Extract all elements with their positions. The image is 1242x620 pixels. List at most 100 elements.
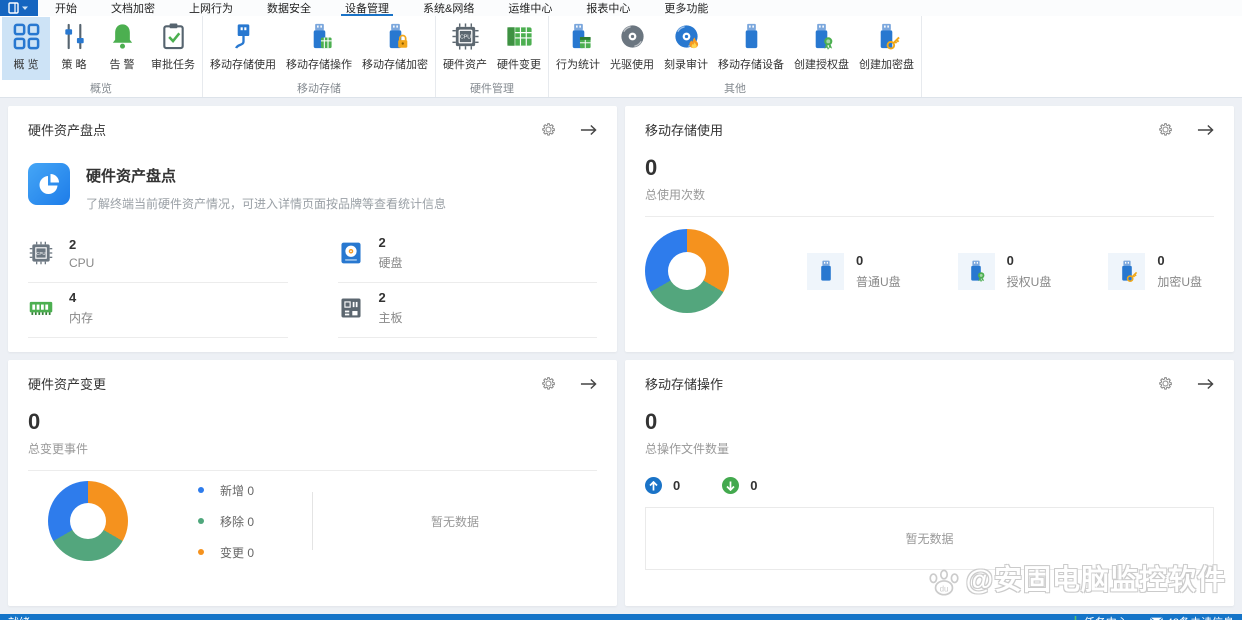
- legend-item-changed: 变更 0: [198, 544, 254, 561]
- legend-label: 变更 0: [220, 545, 255, 560]
- ribbon-group-hardware: CPU 硬件资产 硬件变更 硬件管理: [436, 16, 549, 97]
- card-hardware-inventory: 硬件资产盘点 硬件资产盘点 了解终端当前硬件资产情况，可进入详情页面按品牌等查看…: [8, 106, 617, 352]
- open-detail-arrow-icon[interactable]: [580, 378, 597, 390]
- ribbon-button-label: 移动存储操作: [286, 59, 352, 71]
- stat-label: 加密U盘: [1157, 274, 1202, 289]
- ribbon-group-label: 硬件管理: [470, 83, 514, 95]
- ribbon-button-create-encrypted-disk[interactable]: 创建加密盘: [854, 17, 919, 80]
- menu-item-report-center[interactable]: 报表中心: [569, 0, 647, 16]
- hero-title: 硬件资产盘点: [86, 168, 177, 185]
- menu-item-device-management[interactable]: 设备管理: [328, 0, 406, 16]
- ribbon-button-alert[interactable]: 告 警: [98, 17, 146, 80]
- settings-gear-icon[interactable]: [1158, 376, 1173, 391]
- menu-item-start[interactable]: 开始: [38, 0, 94, 16]
- no-data-panel: 暂无数据: [645, 507, 1214, 570]
- ribbon-button-label: 光驱使用: [610, 59, 654, 71]
- app-window-icon: [8, 2, 28, 14]
- legend-dot: [198, 549, 204, 555]
- app-menu-button[interactable]: [0, 0, 38, 16]
- menu-item-doc-encryption[interactable]: 文档加密: [94, 0, 172, 16]
- ribbon-button-storage-usage[interactable]: 移动存储使用: [205, 17, 281, 80]
- ribbon-button-storage-operation[interactable]: 移动存储操作: [281, 17, 357, 80]
- settings-gear-icon[interactable]: [541, 122, 556, 137]
- alert-bell-icon: [112, 24, 132, 49]
- change-legend: 新增 0 移除 0 变更 0: [198, 482, 254, 561]
- ribbon-button-label: 告 警: [109, 59, 135, 71]
- policy-sliders-icon: [64, 23, 84, 50]
- menu-item-more-features[interactable]: 更多功能: [647, 0, 725, 16]
- ribbon-button-disc-usage[interactable]: 光驱使用: [605, 17, 659, 80]
- svg-text:CPU: CPU: [36, 251, 45, 256]
- download-count: 0: [722, 477, 757, 494]
- legend-label: 移除 0: [220, 514, 255, 529]
- open-detail-arrow-icon[interactable]: [1197, 378, 1214, 390]
- unread-messages-button[interactable]: 43条未读信息: [1149, 614, 1234, 620]
- stat-label: 授权U盘: [1006, 274, 1052, 289]
- ribbon-button-create-authorized-disk[interactable]: 创建授权盘: [789, 17, 854, 80]
- ribbon-button-label: 审批任务: [151, 59, 195, 71]
- ribbon-button-approval-tasks[interactable]: 审批任务: [146, 17, 200, 80]
- task-center-label: 任务中心: [1084, 614, 1128, 620]
- stat-value: 4: [69, 290, 77, 305]
- task-center-button[interactable]: 任务中心: [1071, 614, 1128, 620]
- ribbon-group-overview: 概 览 策 略 告 警 审批任务 概览: [0, 16, 203, 97]
- ribbon-button-hardware-change[interactable]: 硬件变更: [492, 17, 546, 80]
- ribbon-button-behavior-stats[interactable]: 行为统计: [551, 17, 605, 80]
- change-donut-chart: [48, 481, 128, 561]
- card-title: 硬件资产盘点: [28, 123, 107, 138]
- create-encrypted-disk-icon: [872, 22, 900, 50]
- settings-gear-icon[interactable]: [1158, 122, 1173, 137]
- ribbon-group-label: 移动存储: [297, 83, 341, 95]
- menu-item-ops-center[interactable]: 运维中心: [491, 0, 569, 16]
- menu-item-system-network[interactable]: 系统&网络: [406, 0, 491, 16]
- upload-value: 0: [673, 478, 681, 493]
- stat-value: 0: [856, 252, 864, 268]
- no-data-text: 暂无数据: [431, 514, 480, 529]
- open-detail-arrow-icon[interactable]: [580, 124, 597, 136]
- stat-label: 主板: [378, 311, 403, 325]
- legend-item-added: 新增 0: [198, 482, 254, 499]
- stat-label: 普通U盘: [856, 274, 901, 289]
- hardware-change-icon: [506, 27, 532, 46]
- ribbon-button-overview[interactable]: 概 览: [2, 17, 50, 80]
- ribbon-button-label: 创建加密盘: [859, 59, 914, 71]
- card-storage-usage: 移动存储使用 0 总使用次数 0 普通U盘 0 授权U盘 0 加密U盘: [625, 106, 1234, 352]
- top-menu: 开始 文档加密 上网行为 数据安全 设备管理 系统&网络 运维中心 报表中心 更…: [38, 0, 725, 16]
- usage-donut-chart: [645, 229, 729, 313]
- ribbon-toolbar: 概 览 策 略 告 警 审批任务 概览 移动存储使用 移动存储操作 移动存储加密…: [0, 16, 1242, 98]
- total-change-count: 0: [28, 409, 41, 434]
- stat-normal-usb: 0 普通U盘: [807, 252, 901, 290]
- ribbon-group-label: 其他: [724, 83, 746, 95]
- total-operation-count: 0: [645, 409, 658, 434]
- stat-label: CPU: [69, 255, 95, 270]
- status-ready-text: 就绪: [8, 614, 30, 620]
- card-title: 移动存储使用: [645, 123, 724, 138]
- open-detail-arrow-icon[interactable]: [1197, 124, 1214, 136]
- stat-label: 硬盘: [378, 256, 403, 270]
- behavior-stats-icon: [564, 22, 591, 49]
- settings-gear-icon[interactable]: [541, 376, 556, 391]
- pie-chart-icon: [28, 163, 70, 205]
- ribbon-button-storage-device[interactable]: 移动存储设备: [713, 17, 789, 80]
- ribbon-button-label: 刻录审计: [664, 59, 708, 71]
- disc-usage-icon: [618, 22, 647, 51]
- unread-messages-label: 43条未读信息: [1167, 614, 1234, 620]
- ribbon-button-storage-encryption[interactable]: 移动存储加密: [357, 17, 433, 80]
- download-arrow-icon: [722, 477, 740, 494]
- ribbon-button-hardware-assets[interactable]: CPU 硬件资产: [438, 17, 492, 80]
- stat-cpu: CPU 2 CPU: [28, 228, 288, 283]
- menu-item-data-security[interactable]: 数据安全: [250, 0, 328, 16]
- total-usage-label: 总使用次数: [645, 188, 706, 202]
- stat-value: 2: [378, 235, 386, 250]
- ribbon-button-burn-audit[interactable]: 刻录审计: [659, 17, 713, 80]
- mail-icon: [1149, 617, 1163, 620]
- ribbon-button-policy[interactable]: 策 略: [50, 17, 98, 80]
- card-storage-operation: 移动存储操作 0 总操作文件数量 0 0 暂无数据: [625, 360, 1234, 606]
- stat-value: 0: [1157, 252, 1165, 268]
- stat-encrypted-usb: 0 加密U盘: [1108, 252, 1202, 290]
- usb-plain-icon: [814, 259, 838, 283]
- memory-ram-icon: [29, 301, 53, 315]
- menu-item-web-behavior[interactable]: 上网行为: [172, 0, 250, 16]
- card-hardware-change: 硬件资产变更 0 总变更事件 新增 0 移除 0 变更 0 暂无数据: [8, 360, 617, 606]
- download-value: 0: [750, 478, 758, 493]
